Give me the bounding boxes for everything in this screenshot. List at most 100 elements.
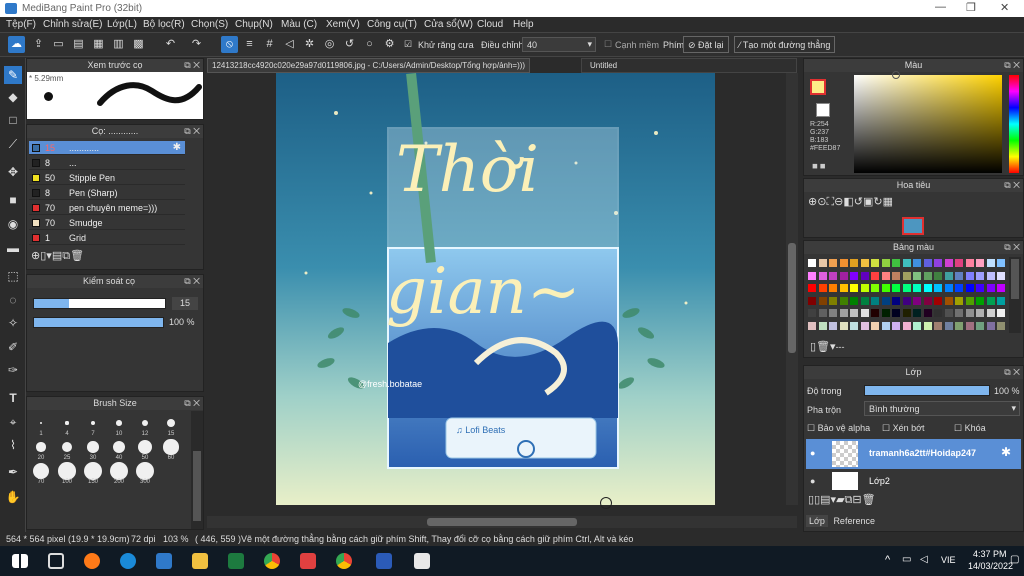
- palette-swatch[interactable]: [808, 321, 816, 330]
- palette-swatch[interactable]: [902, 284, 911, 292]
- palette-swatch[interactable]: [860, 296, 869, 305]
- menu-filter[interactable]: Bộ lọc(R): [143, 19, 185, 30]
- palette-swatch[interactable]: [976, 271, 984, 280]
- palette-swatch[interactable]: [860, 271, 869, 280]
- palette-swatch[interactable]: [944, 259, 953, 267]
- palette-swatch[interactable]: [934, 321, 942, 330]
- cloud-icon[interactable]: ☁: [8, 36, 25, 53]
- palette-swatch[interactable]: [860, 309, 869, 317]
- windows-start-icon[interactable]: [12, 554, 28, 568]
- brush-size-preset[interactable]: [87, 441, 99, 453]
- palette-swatch[interactable]: [881, 271, 890, 280]
- dropper-tool-icon[interactable]: ⌇: [4, 436, 22, 454]
- palette-swatch[interactable]: [965, 284, 974, 292]
- palette-swatch[interactable]: [839, 284, 848, 292]
- brush-size-preset[interactable]: [163, 439, 179, 455]
- snap-ellipse-icon[interactable]: ○: [361, 36, 378, 53]
- foreground-color-swatch[interactable]: [810, 79, 826, 95]
- line-tool-icon[interactable]: ⟋: [4, 135, 22, 153]
- taskbar-time[interactable]: 4:37 PM: [973, 549, 1007, 559]
- chevron-up-icon[interactable]: ^: [885, 554, 890, 566]
- palette-swatch[interactable]: [871, 284, 879, 292]
- brush-size-preset[interactable]: [65, 421, 69, 425]
- eye-icon[interactable]: ●: [810, 448, 815, 458]
- eye-icon[interactable]: ●: [810, 476, 815, 486]
- add-brush-icon[interactable]: ⊕: [31, 250, 40, 262]
- palette-swatch[interactable]: [808, 309, 816, 317]
- tab-document-2[interactable]: Untitled: [581, 58, 797, 73]
- palette-swatch[interactable]: [913, 321, 921, 330]
- palette-swatch[interactable]: [934, 259, 942, 267]
- palette-swatch[interactable]: [986, 296, 995, 305]
- select-pen-icon[interactable]: ✐: [4, 338, 22, 356]
- brush-item[interactable]: 8 Pen (Sharp): [29, 186, 185, 200]
- palette-swatch[interactable]: [986, 321, 995, 330]
- palette-swatch[interactable]: [965, 259, 974, 267]
- flip-icon[interactable]: ◧: [843, 196, 853, 208]
- palette-swatch[interactable]: [913, 309, 921, 317]
- brush-item[interactable]: 8...: [29, 156, 185, 170]
- delete-palette-icon[interactable]: 🗑: [816, 341, 830, 353]
- palette-swatch[interactable]: [839, 309, 848, 317]
- palette-swatch[interactable]: [881, 309, 890, 317]
- file-explorer-icon[interactable]: [192, 553, 208, 569]
- navigator-thumbnail[interactable]: [902, 217, 924, 235]
- brush-size-slider[interactable]: [33, 298, 166, 309]
- tab-layer[interactable]: Lớp: [806, 515, 828, 527]
- palette-swatch[interactable]: [892, 321, 900, 330]
- brush-item[interactable]: 50 Stipple Pen: [29, 171, 185, 185]
- palette-swatch[interactable]: [976, 259, 984, 267]
- palette-swatch[interactable]: [923, 259, 932, 267]
- menu-window[interactable]: Cửa sổ(W): [424, 19, 473, 30]
- palette-swatch[interactable]: [976, 284, 984, 292]
- palette-swatch[interactable]: [902, 271, 911, 280]
- palette-swatch[interactable]: [997, 321, 1005, 330]
- operation-tool-icon[interactable]: ⌖: [4, 413, 22, 431]
- palette-swatch[interactable]: [892, 296, 900, 305]
- menu-select[interactable]: Chọn(S): [191, 19, 228, 30]
- color-saturation-box[interactable]: [854, 75, 1002, 173]
- delete-layer-icon[interactable]: 🗑: [862, 494, 876, 506]
- palette-swatch[interactable]: [850, 321, 858, 330]
- brush-size-preset[interactable]: [40, 422, 42, 424]
- merge-layer-icon[interactable]: ⊟: [852, 494, 861, 506]
- palette-swatch[interactable]: [976, 296, 984, 305]
- palette-swatch[interactable]: [892, 271, 900, 280]
- snap-vanish-icon[interactable]: ◁: [281, 36, 298, 53]
- upload-icon[interactable]: ⇪: [30, 36, 47, 53]
- bucket-tool-icon[interactable]: ◉: [4, 215, 22, 233]
- import-brush-icon[interactable]: ▤: [52, 250, 62, 262]
- brush-size-preset[interactable]: [58, 462, 76, 480]
- menu-snap[interactable]: Chụp(N): [235, 19, 273, 30]
- correction-dropdown[interactable]: 40 ▾: [522, 37, 596, 52]
- tab-reference[interactable]: Reference: [830, 515, 878, 527]
- menu-cloud[interactable]: Cloud: [477, 19, 503, 30]
- chrome-profile-icon[interactable]: [336, 553, 352, 569]
- excel-icon[interactable]: [228, 553, 244, 569]
- copy-brush-icon[interactable]: ⧉: [62, 250, 70, 262]
- palette-swatch[interactable]: [955, 321, 963, 330]
- panel-close-icon[interactable]: ⧉ ✕: [1004, 179, 1020, 192]
- palette-swatch[interactable]: [829, 271, 837, 280]
- fit-icon[interactable]: ⛶: [826, 196, 834, 208]
- palette-swatch[interactable]: [965, 271, 974, 280]
- palette-swatch[interactable]: [913, 284, 921, 292]
- fill-rect-tool-icon[interactable]: ■: [4, 191, 22, 209]
- palette-swatch[interactable]: [871, 271, 879, 280]
- brush-size-preset[interactable]: [138, 440, 152, 454]
- lock-checkbox[interactable]: ☐ Khóa: [954, 423, 986, 434]
- medibang-taskbar-icon[interactable]: [414, 553, 430, 569]
- palette-swatch[interactable]: [923, 309, 932, 317]
- palette-swatch[interactable]: [955, 309, 963, 317]
- brush-size-preset[interactable]: [90, 420, 96, 426]
- panel-close-icon[interactable]: ⧉ ✕: [1004, 59, 1020, 72]
- grid-icon[interactable]: ▩: [130, 36, 147, 53]
- minimize-button[interactable]: —: [935, 1, 946, 13]
- palette-swatch[interactable]: [976, 309, 984, 317]
- brush-size-preset[interactable]: [84, 462, 102, 480]
- straight-line-button[interactable]: ⁄ Tạo một đường thẳng: [734, 36, 836, 53]
- menu-file[interactable]: Tệp(F): [6, 19, 36, 30]
- palette-swatch[interactable]: [986, 271, 995, 280]
- palette-swatch[interactable]: [881, 296, 890, 305]
- palette-swatch[interactable]: [923, 271, 932, 280]
